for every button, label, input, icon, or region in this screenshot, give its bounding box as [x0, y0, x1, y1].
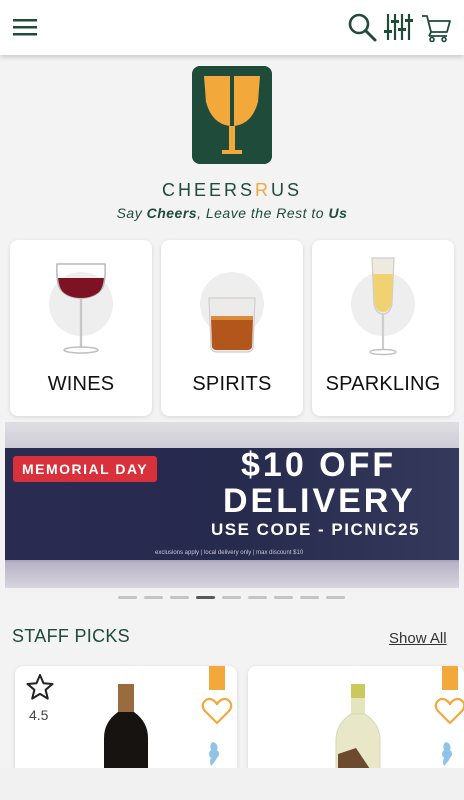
carousel-dot[interactable] [248, 596, 267, 599]
promo-code: USE CODE - PICNIC25 [211, 520, 420, 539]
category-spirits[interactable]: SPIRITS [161, 240, 303, 416]
cheers-glasses-logo [192, 66, 272, 164]
search-icon[interactable] [346, 11, 378, 43]
category-label: SPIRITS [192, 373, 272, 395]
category-sparkling[interactable]: SPARKLING [312, 240, 454, 416]
category-label: SPARKLING [325, 373, 441, 395]
white-wine-bottle-image [335, 684, 381, 772]
star-outline-icon[interactable] [25, 672, 55, 702]
promo-pill: MEMORIAL DAY [13, 456, 158, 482]
carousel-dot[interactable] [118, 596, 137, 599]
promo-fine-print: exclusions apply | local delivery only |… [155, 550, 304, 556]
promo-headline-2: DELIVERY [223, 482, 416, 520]
country-flag-icon [442, 742, 452, 766]
whiskey-glass-icon [208, 297, 256, 353]
wine-glass-icon [56, 263, 106, 354]
promo-banner[interactable]: MEMORIAL DAY $10 OFF DELIVERY USE CODE -… [5, 422, 459, 588]
category-wines[interactable]: WINES [10, 240, 152, 416]
filter-sliders-icon[interactable] [382, 11, 414, 43]
red-wine-bottle-image [104, 684, 148, 772]
bookmark-ribbon-icon [209, 666, 225, 690]
champagne-flute-icon [369, 257, 397, 356]
carousel-indicator [118, 596, 348, 599]
top-app-bar [0, 0, 464, 55]
bookmark-ribbon-icon [442, 666, 458, 690]
category-label: WINES [47, 373, 115, 395]
carousel-dot[interactable] [222, 596, 241, 599]
section-title-staff-picks: STAFF PICKS [12, 626, 130, 646]
brand-name: CHEERSRUS [161, 180, 303, 200]
carousel-dot[interactable] [300, 596, 319, 599]
carousel-dot[interactable] [144, 596, 163, 599]
promo-headline-1: $10 OFF [241, 446, 397, 484]
carousel-dot[interactable] [170, 596, 189, 599]
heart-outline-icon[interactable] [434, 696, 464, 726]
product-rating: 4.5 [29, 707, 49, 723]
bottom-fade [0, 768, 464, 800]
carousel-dot[interactable] [274, 596, 293, 599]
brand-header: CHEERSRUS Say Cheers, Leave the Rest to … [0, 62, 464, 221]
shopping-cart-icon[interactable] [420, 11, 452, 43]
carousel-dot[interactable] [326, 596, 345, 599]
hamburger-menu-icon[interactable] [10, 11, 42, 43]
show-all-link[interactable]: Show All [389, 630, 447, 647]
country-flag-icon [209, 742, 219, 766]
brand-tagline: Say Cheers, Leave the Rest to Us [116, 205, 348, 221]
carousel-dot[interactable] [196, 596, 215, 599]
heart-outline-icon[interactable] [201, 696, 233, 726]
